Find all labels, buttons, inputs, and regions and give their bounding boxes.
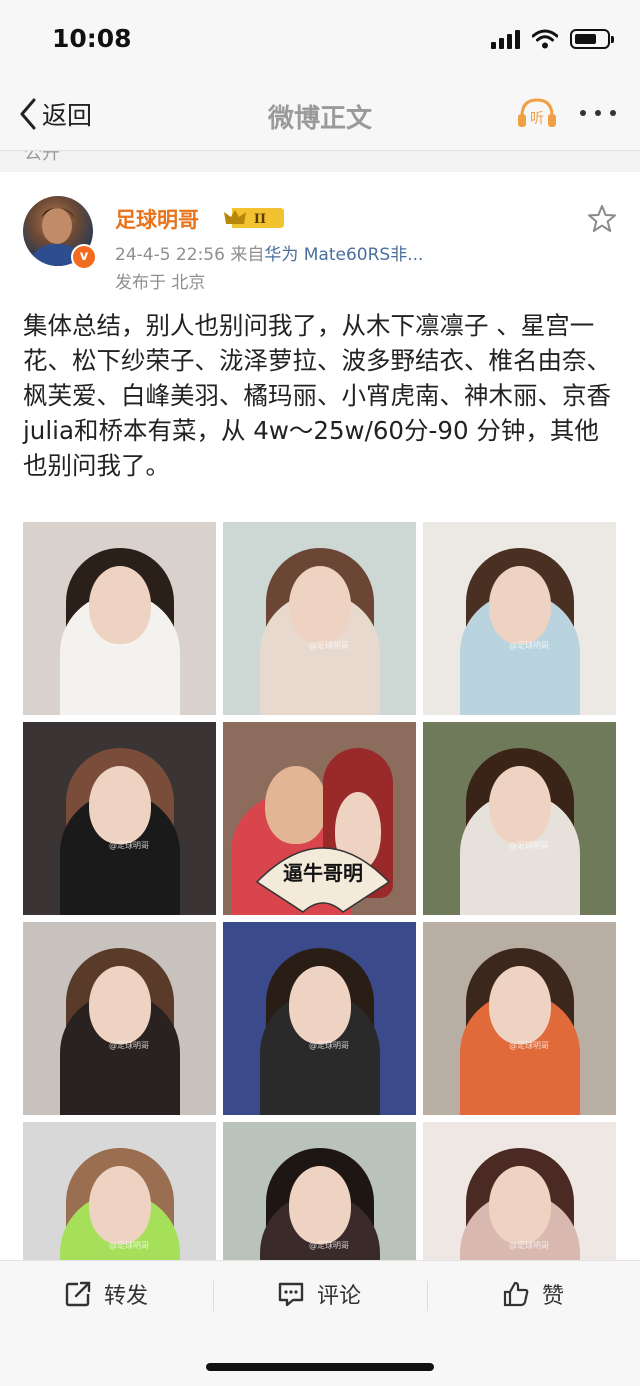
- nav-bar: 返回 微博正文 听: [0, 80, 640, 151]
- scrolled-previous-content: 公开: [0, 151, 640, 163]
- thumbs-up-icon: [503, 1281, 529, 1307]
- divider: [213, 1281, 214, 1311]
- post-meta: 24-4-5 22:56 来自华为 Mate60RS非...: [115, 240, 423, 265]
- watermark: @足球明哥: [509, 641, 549, 650]
- listen-button[interactable]: 听: [516, 94, 558, 132]
- source-prefix: 来自: [230, 245, 265, 265]
- verified-badge-icon: v: [71, 244, 97, 270]
- post-image-7[interactable]: @足球明哥: [23, 922, 216, 1115]
- battery-fill: [575, 34, 596, 44]
- author-name[interactable]: 足球明哥: [115, 204, 199, 234]
- post-image-2[interactable]: @足球明哥: [223, 522, 416, 715]
- wifi-icon: [532, 29, 558, 49]
- comment-icon: [278, 1282, 304, 1307]
- home-indicator: [206, 1363, 434, 1371]
- watermark: @足球明哥: [509, 841, 549, 850]
- post-text: 集体总结，别人也别问我了，从木下凛凛子 、星宫一花、松下纱荣子、泷泽萝拉、波多野…: [23, 311, 611, 480]
- badge-level: II: [254, 212, 266, 227]
- post-image-3[interactable]: @足球明哥: [423, 522, 616, 715]
- share-icon: [65, 1281, 91, 1307]
- repost-button[interactable]: 转发: [64, 1279, 148, 1309]
- status-time: 10:08: [52, 24, 132, 53]
- device-link[interactable]: 华为 Mate60RS非...: [264, 245, 423, 265]
- more-options-button[interactable]: [580, 110, 616, 116]
- member-crown-badge-icon[interactable]: II: [222, 206, 286, 230]
- divider: [427, 1281, 428, 1311]
- post-image-9[interactable]: @足球明哥: [423, 922, 616, 1115]
- watermark: @足球明哥: [309, 1241, 349, 1250]
- watermark: @足球明哥: [309, 1041, 349, 1050]
- like-label: 赞: [542, 1284, 565, 1309]
- back-button[interactable]: 返回: [18, 96, 92, 132]
- post-image-8[interactable]: @足球明哥: [223, 922, 416, 1115]
- post-timestamp: 24-4-5 22:56: [115, 245, 225, 265]
- listen-label: 听: [530, 111, 544, 127]
- comment-label: 评论: [317, 1284, 362, 1309]
- like-button[interactable]: 赞: [502, 1279, 564, 1309]
- fan-calligraphy: 逼牛哥明: [283, 861, 363, 885]
- fan-image: 逼牛哥明: [255, 847, 391, 913]
- comment-button[interactable]: 评论: [277, 1279, 361, 1309]
- post-image-6[interactable]: @足球明哥: [423, 722, 616, 915]
- cellular-signal-icon: [491, 29, 520, 49]
- favorite-star-icon[interactable]: [587, 204, 617, 234]
- status-bar: 10:08: [0, 0, 640, 80]
- chevron-left-icon: [20, 98, 36, 130]
- post-image-12[interactable]: @足球明哥: [423, 1122, 616, 1260]
- watermark: @足球明哥: [109, 1041, 149, 1050]
- watermark: @足球明哥: [509, 1241, 549, 1250]
- repost-label: 转发: [104, 1284, 149, 1309]
- post-image-5[interactable]: 逼牛哥明: [223, 722, 416, 915]
- watermark: @足球明哥: [109, 1241, 149, 1250]
- post-location: 发布于 北京: [115, 273, 206, 293]
- battery-icon: [570, 29, 614, 49]
- status-icons: [491, 28, 614, 50]
- post-image-4[interactable]: @足球明哥: [23, 722, 216, 915]
- watermark: @足球明哥: [109, 841, 149, 850]
- watermark: @足球明哥: [509, 1041, 549, 1050]
- watermark: @足球明哥: [309, 641, 349, 650]
- visibility-label: 公开: [24, 151, 60, 163]
- post-card: v 足球明哥 II 24-4-5 22:56 来自华为 Mate60RS非...…: [0, 172, 640, 1260]
- post-image-10[interactable]: @足球明哥: [23, 1122, 216, 1260]
- post-image-1[interactable]: [23, 522, 216, 715]
- back-label: 返回: [42, 101, 93, 130]
- post-image-11[interactable]: @足球明哥: [223, 1122, 416, 1260]
